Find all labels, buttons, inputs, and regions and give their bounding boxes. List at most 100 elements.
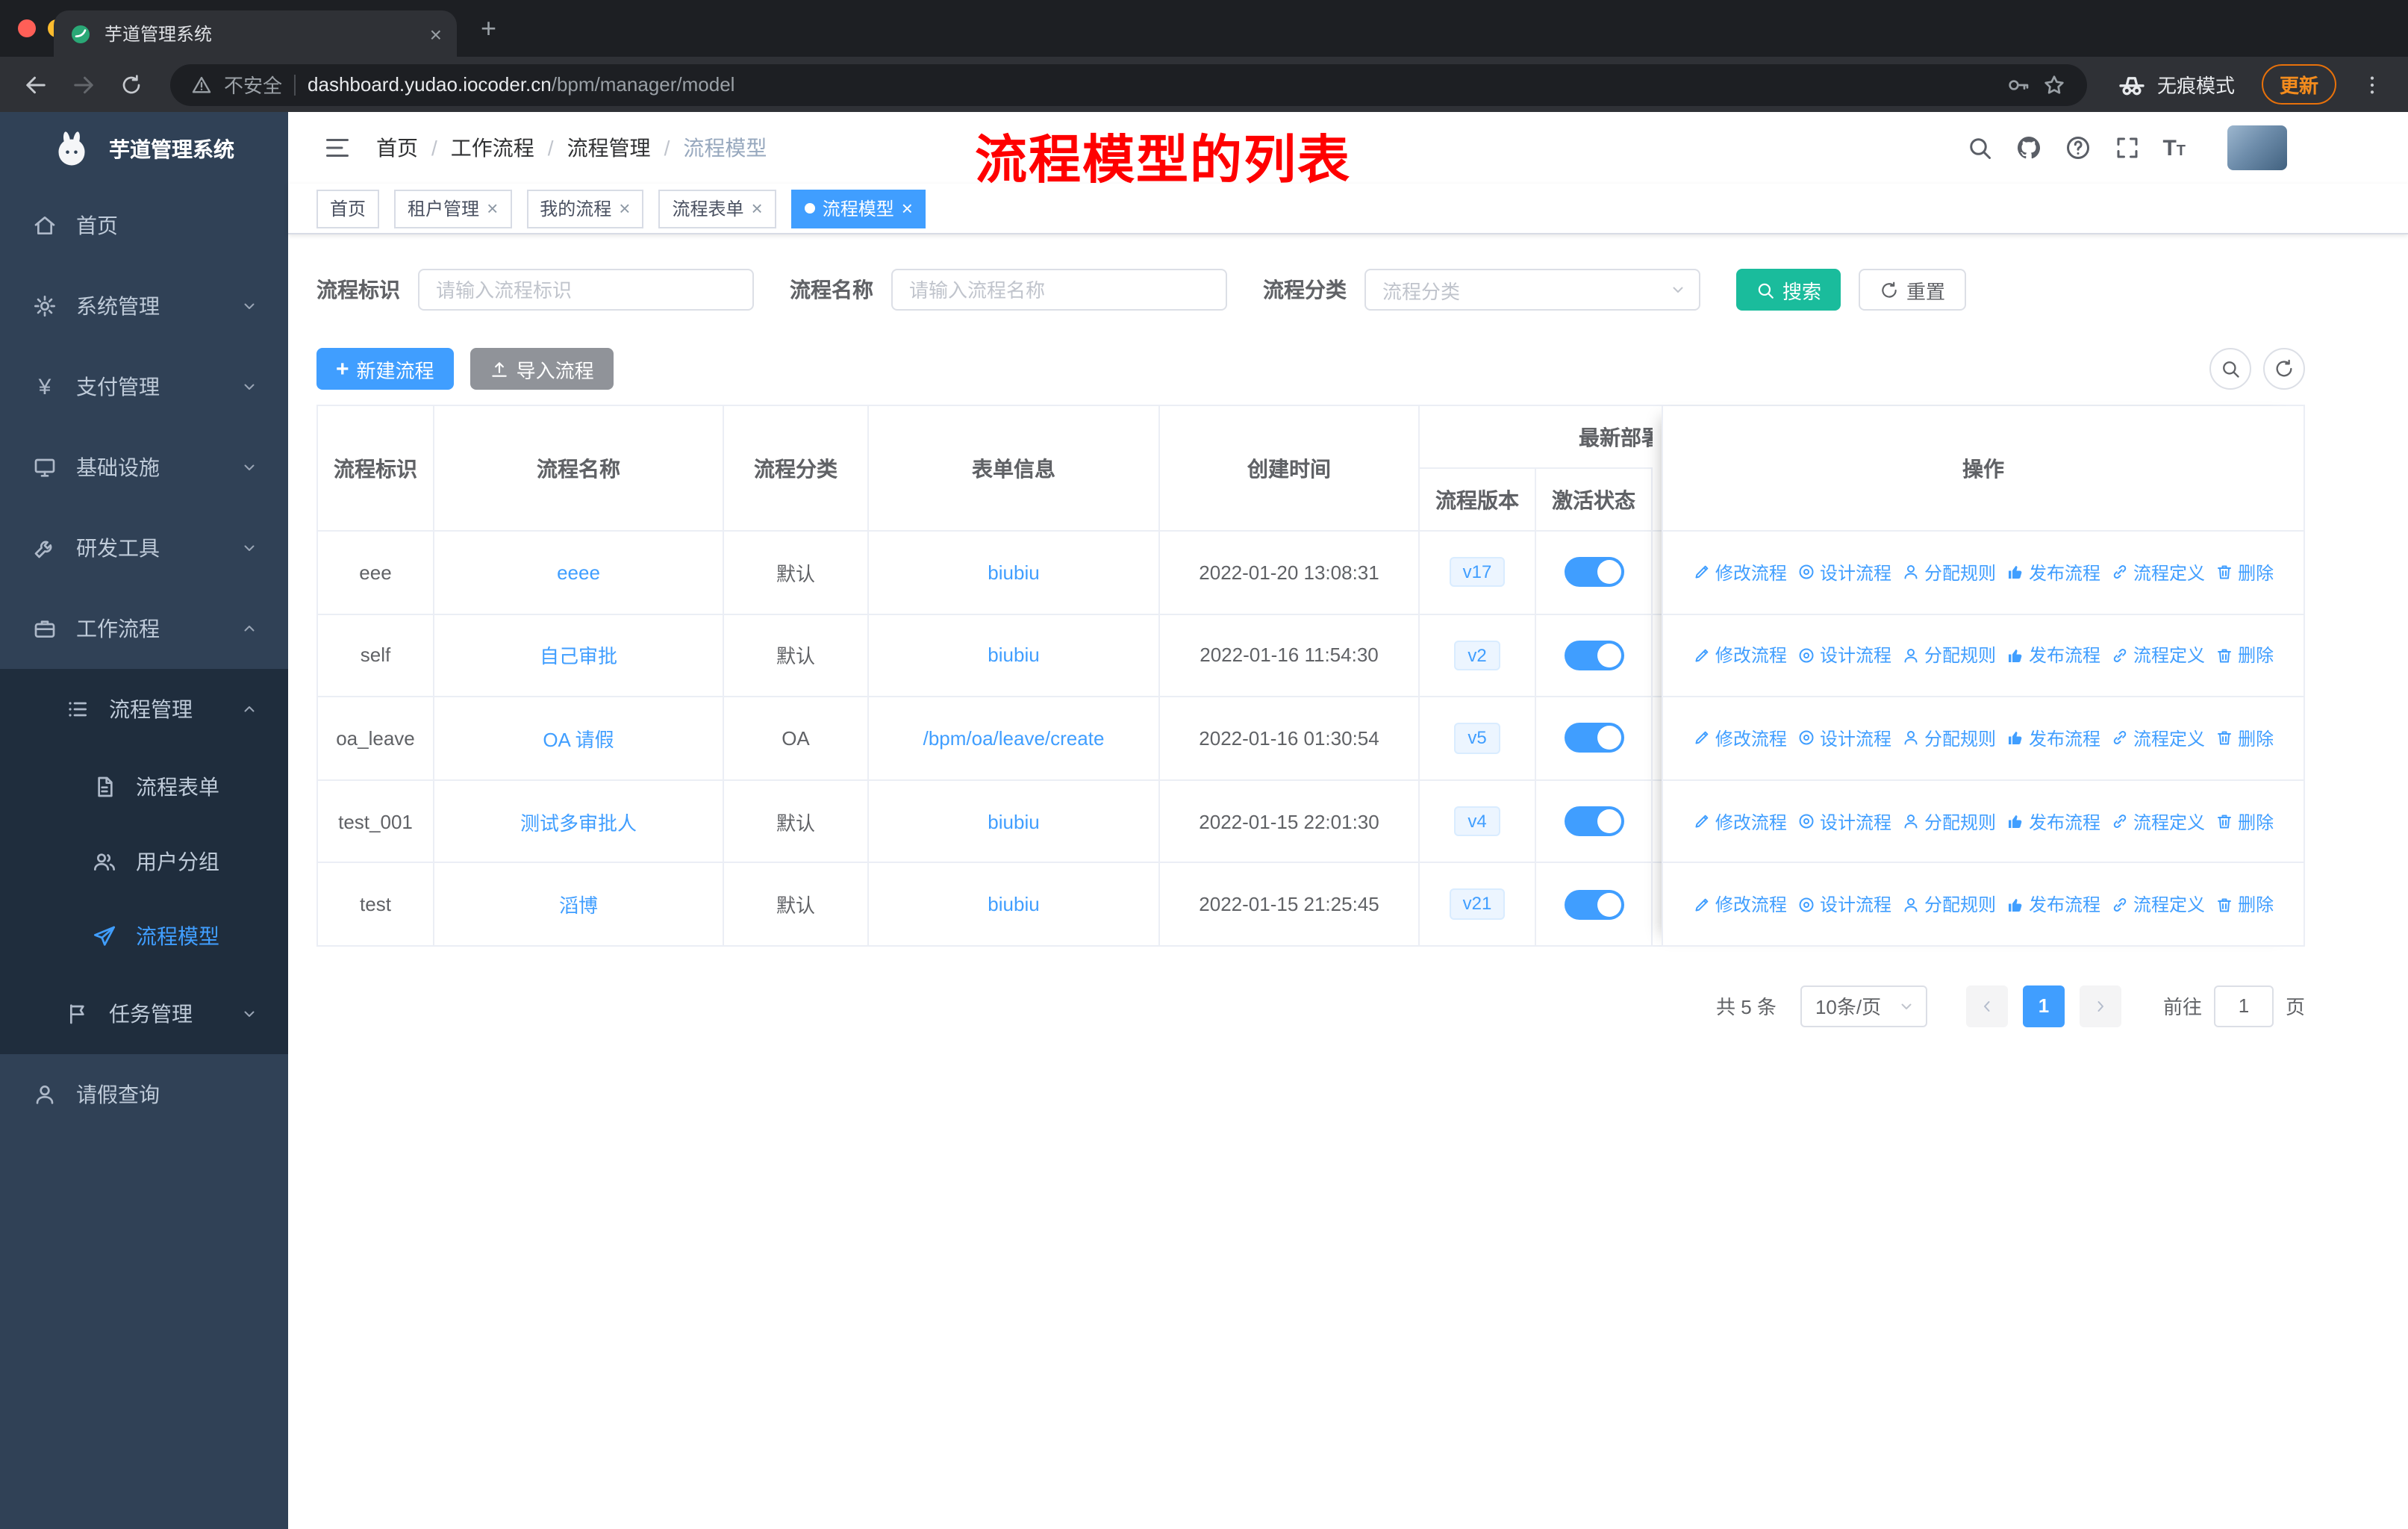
process-definition-link[interactable]: 流程定义 bbox=[2111, 809, 2205, 834]
chrome-update-button[interactable]: 更新 bbox=[2261, 64, 2336, 105]
show-search-toggle-button[interactable] bbox=[2209, 348, 2251, 390]
sidebar-collapse-icon[interactable] bbox=[324, 134, 351, 161]
next-page-button[interactable] bbox=[2079, 985, 2121, 1027]
process-category-select[interactable]: 流程分类 bbox=[1364, 269, 1700, 311]
current-page-button[interactable]: 1 bbox=[2022, 985, 2065, 1027]
form-info-link[interactable]: /bpm/oa/leave/create bbox=[923, 727, 1105, 750]
modify-process-link[interactable]: 修改流程 bbox=[1693, 809, 1787, 834]
breadcrumb-workflow[interactable]: 工作流程 bbox=[451, 133, 534, 163]
process-definition-link[interactable]: 流程定义 bbox=[2111, 560, 2205, 585]
sidebar-item-user-group[interactable]: 用户分组 bbox=[0, 824, 288, 899]
reset-button[interactable]: 重置 bbox=[1859, 269, 1967, 311]
reload-button[interactable] bbox=[110, 63, 152, 105]
breadcrumb-process-management[interactable]: 流程管理 bbox=[567, 133, 651, 163]
modify-process-link[interactable]: 修改流程 bbox=[1693, 560, 1787, 585]
tag-home[interactable]: 首页 bbox=[316, 189, 380, 228]
publish-process-link[interactable]: 发布流程 bbox=[2006, 643, 2100, 668]
delete-process-link[interactable]: 删除 bbox=[2215, 891, 2274, 917]
sidebar-item-infra[interactable]: 基础设施 bbox=[0, 427, 288, 508]
tag-tenant[interactable]: 租户管理 × bbox=[394, 189, 512, 228]
address-bar[interactable]: 不安全 dashboard.yudao.iocoder.cn/bpm/manag… bbox=[170, 63, 2087, 105]
browser-tab[interactable]: 芋道管理系统 × bbox=[54, 10, 457, 57]
delete-process-link[interactable]: 删除 bbox=[2215, 560, 2274, 585]
process-definition-link[interactable]: 流程定义 bbox=[2111, 891, 2205, 917]
modify-process-link[interactable]: 修改流程 bbox=[1693, 726, 1787, 751]
browser-menu-button[interactable] bbox=[2351, 63, 2393, 105]
publish-process-link[interactable]: 发布流程 bbox=[2006, 560, 2100, 585]
back-button[interactable] bbox=[15, 63, 57, 105]
new-tab-button[interactable]: + bbox=[481, 15, 496, 42]
process-name-input[interactable] bbox=[891, 269, 1227, 311]
modify-process-link[interactable]: 修改流程 bbox=[1693, 643, 1787, 668]
active-status-toggle[interactable] bbox=[1564, 889, 1623, 920]
process-name-link[interactable]: OA 请假 bbox=[543, 724, 614, 753]
delete-process-link[interactable]: 删除 bbox=[2215, 809, 2274, 834]
design-process-link[interactable]: 设计流程 bbox=[1797, 891, 1891, 917]
process-definition-link[interactable]: 流程定义 bbox=[2111, 643, 2205, 668]
form-info-link[interactable]: biubiu bbox=[988, 893, 1039, 915]
github-icon[interactable] bbox=[2015, 134, 2042, 161]
close-icon[interactable]: × bbox=[752, 199, 763, 218]
close-icon[interactable]: × bbox=[619, 199, 630, 218]
modify-process-link[interactable]: 修改流程 bbox=[1693, 891, 1787, 917]
design-process-link[interactable]: 设计流程 bbox=[1797, 643, 1891, 668]
close-window-button[interactable] bbox=[18, 19, 36, 37]
forward-button[interactable] bbox=[63, 63, 105, 105]
form-info-link[interactable]: biubiu bbox=[988, 561, 1039, 584]
help-icon[interactable] bbox=[2064, 134, 2091, 161]
assign-rule-link[interactable]: 分配规则 bbox=[1902, 809, 1996, 834]
active-status-toggle[interactable] bbox=[1564, 806, 1623, 837]
active-status-toggle[interactable] bbox=[1564, 640, 1623, 670]
search-button[interactable]: 搜索 bbox=[1736, 269, 1841, 311]
font-size-icon[interactable]: TT bbox=[2162, 137, 2186, 159]
sidebar-item-task-management[interactable]: 任务管理 bbox=[0, 974, 288, 1054]
process-name-link[interactable]: eeee bbox=[557, 561, 600, 584]
form-info-link[interactable]: biubiu bbox=[988, 810, 1039, 832]
active-status-toggle[interactable] bbox=[1564, 557, 1623, 588]
process-name-link[interactable]: 滔博 bbox=[559, 890, 598, 918]
refresh-table-button[interactable] bbox=[2263, 348, 2305, 390]
previous-page-button[interactable] bbox=[1965, 985, 2008, 1027]
user-avatar[interactable] bbox=[2227, 125, 2287, 170]
sidebar-item-pay[interactable]: ¥ 支付管理 bbox=[0, 346, 288, 427]
fullscreen-icon[interactable] bbox=[2113, 134, 2140, 161]
design-process-link[interactable]: 设计流程 bbox=[1797, 560, 1891, 585]
assign-rule-link[interactable]: 分配规则 bbox=[1902, 643, 1996, 668]
form-info-link[interactable]: biubiu bbox=[988, 644, 1039, 667]
sidebar-item-process-management[interactable]: 流程管理 bbox=[0, 669, 288, 750]
design-process-link[interactable]: 设计流程 bbox=[1797, 726, 1891, 751]
security-label[interactable]: 不安全 bbox=[224, 70, 282, 99]
publish-process-link[interactable]: 发布流程 bbox=[2006, 891, 2100, 917]
goto-page-input[interactable] bbox=[2213, 985, 2274, 1027]
tag-process-form[interactable]: 流程表单 × bbox=[658, 189, 776, 228]
publish-process-link[interactable]: 发布流程 bbox=[2006, 809, 2100, 834]
publish-process-link[interactable]: 发布流程 bbox=[2006, 726, 2100, 751]
process-name-link[interactable]: 测试多审批人 bbox=[520, 807, 637, 835]
tab-close-icon[interactable]: × bbox=[430, 23, 442, 44]
sidebar-item-process-model[interactable]: 流程模型 bbox=[0, 899, 288, 974]
assign-rule-link[interactable]: 分配规则 bbox=[1902, 560, 1996, 585]
delete-process-link[interactable]: 删除 bbox=[2215, 726, 2274, 751]
close-icon[interactable]: × bbox=[487, 199, 498, 218]
sidebar-item-system[interactable]: 系统管理 bbox=[0, 266, 288, 346]
process-name-link[interactable]: 自己审批 bbox=[540, 641, 617, 670]
create-process-button[interactable]: + 新建流程 bbox=[316, 348, 454, 390]
sidebar-item-workflow[interactable]: 工作流程 bbox=[0, 588, 288, 669]
sidebar-item-home[interactable]: 首页 bbox=[0, 185, 288, 266]
sidebar-item-devtools[interactable]: 研发工具 bbox=[0, 508, 288, 588]
design-process-link[interactable]: 设计流程 bbox=[1797, 809, 1891, 834]
assign-rule-link[interactable]: 分配规则 bbox=[1902, 891, 1996, 917]
password-key-icon[interactable] bbox=[2006, 72, 2030, 96]
active-status-toggle[interactable] bbox=[1564, 723, 1623, 753]
close-icon[interactable]: × bbox=[902, 199, 913, 218]
bookmark-star-icon[interactable] bbox=[2042, 72, 2066, 96]
sidebar-item-process-form[interactable]: 流程表单 bbox=[0, 750, 288, 824]
breadcrumb-home[interactable]: 首页 bbox=[376, 133, 418, 163]
tag-process-model[interactable]: 流程模型 × bbox=[790, 189, 926, 228]
import-process-button[interactable]: 导入流程 bbox=[470, 348, 614, 390]
page-size-select[interactable]: 10条/页 bbox=[1800, 985, 1927, 1027]
sidebar-item-leave-query[interactable]: 请假查询 bbox=[0, 1054, 288, 1135]
delete-process-link[interactable]: 删除 bbox=[2215, 643, 2274, 668]
header-search-icon[interactable] bbox=[1965, 134, 1992, 161]
tag-my-process[interactable]: 我的流程 × bbox=[526, 189, 644, 228]
